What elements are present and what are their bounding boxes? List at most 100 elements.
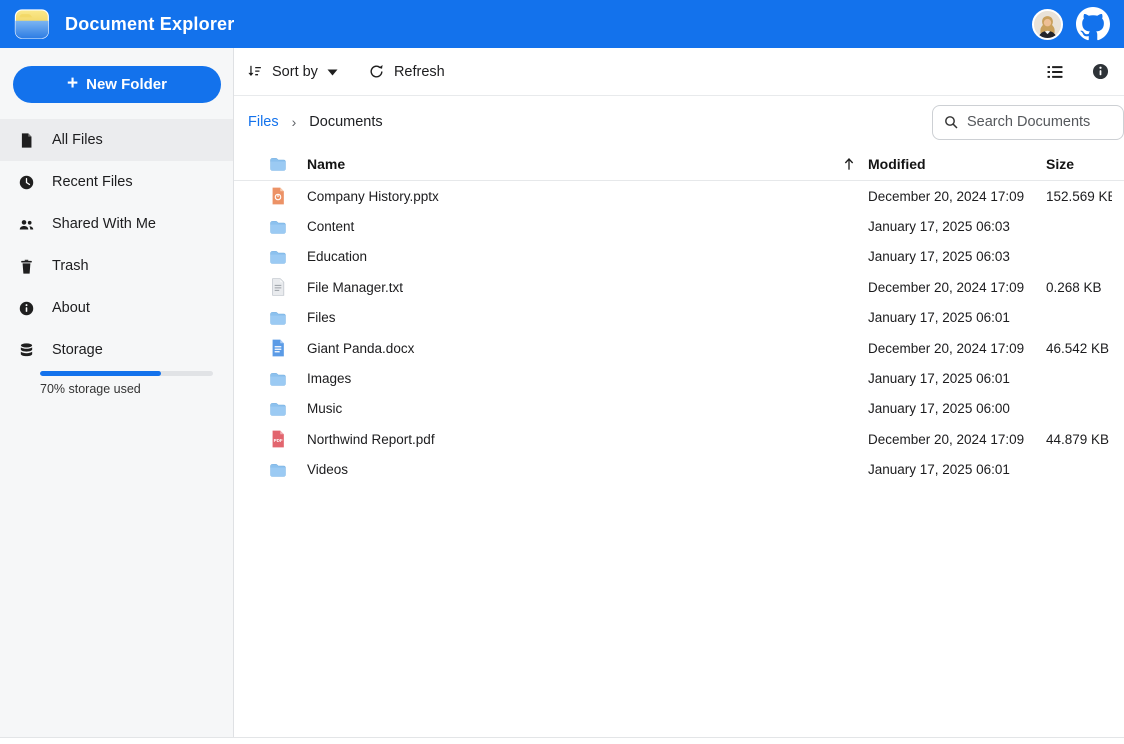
list-view-icon[interactable] [1045, 62, 1065, 82]
file-size: 44.879 KB [1046, 432, 1112, 447]
refresh-icon [368, 63, 385, 80]
plus-icon: + [67, 74, 78, 93]
file-name: Files [307, 310, 851, 325]
file-name: File Manager.txt [307, 280, 851, 295]
new-folder-button[interactable]: + New Folder [13, 66, 221, 103]
pdf-file-icon: PDF [268, 429, 288, 449]
file-size: 0.268 KB [1046, 280, 1112, 295]
github-icon[interactable] [1076, 7, 1110, 41]
sort-by-button[interactable]: Sort by [246, 63, 338, 80]
storage-caption: 70% storage used [40, 382, 213, 396]
sidebar: + New Folder All Files Recent Files Shar… [0, 48, 234, 737]
search-box [932, 105, 1124, 140]
table-row[interactable]: File Manager.txt December 20, 2024 17:09… [234, 272, 1124, 302]
file-modified: January 17, 2025 06:01 [868, 371, 1029, 386]
storage-progress-bar [40, 371, 213, 376]
folder-icon [268, 217, 288, 237]
file-modified: December 20, 2024 17:09 [868, 280, 1029, 295]
sidebar-item-label: Shared With Me [52, 216, 156, 232]
file-modified: December 20, 2024 17:09 [868, 189, 1029, 204]
refresh-button[interactable]: Refresh [368, 63, 445, 80]
docx-file-icon [268, 338, 288, 358]
app-title: Document Explorer [65, 14, 234, 35]
sort-ascending-icon [841, 156, 857, 172]
toolbar-right [1045, 62, 1110, 82]
chevron-right-icon: › [292, 114, 297, 130]
file-size: 46.542 KB [1046, 341, 1112, 356]
sidebar-nav: All Files Recent Files Shared With Me Tr… [0, 119, 233, 329]
breadcrumb-files-link[interactable]: Files [248, 114, 279, 130]
file-name: Education [307, 249, 851, 264]
sidebar-item-about[interactable]: About [0, 287, 233, 329]
svg-text:PDF: PDF [274, 438, 283, 443]
sidebar-item-all-files[interactable]: All Files [0, 119, 233, 161]
sort-by-label: Sort by [272, 64, 318, 80]
file-modified: December 20, 2024 17:09 [868, 341, 1029, 356]
file-name: Northwind Report.pdf [307, 432, 851, 447]
table-row[interactable]: Content January 17, 2025 06:03 [234, 211, 1124, 241]
file-size: 152.569 KB [1046, 189, 1112, 204]
caret-down-icon [327, 68, 338, 76]
sidebar-item-trash[interactable]: Trash [0, 245, 233, 287]
toolbar: Sort by Refresh [234, 48, 1124, 96]
table-row[interactable]: Videos January 17, 2025 06:01 [234, 455, 1124, 485]
storage-progress-fill [40, 371, 161, 376]
folder-icon [268, 247, 288, 267]
file-name: Content [307, 219, 851, 234]
search-input[interactable] [967, 114, 1097, 130]
storage-details: 70% storage used [0, 371, 233, 396]
folder-icon [268, 308, 288, 328]
sidebar-item-label: Trash [52, 258, 89, 274]
database-icon [18, 342, 35, 359]
file-modified: December 20, 2024 17:09 [868, 432, 1029, 447]
info-icon [18, 300, 35, 317]
table-row[interactable]: Music January 17, 2025 06:00 [234, 394, 1124, 424]
breadcrumb: Files › Documents [234, 96, 1124, 148]
file-name: Videos [307, 462, 851, 477]
table-row[interactable]: Images January 17, 2025 06:01 [234, 363, 1124, 393]
folder-icon [268, 399, 288, 419]
sidebar-item-label: Storage [52, 342, 103, 358]
folder-icon [268, 369, 288, 389]
info-icon[interactable] [1091, 62, 1110, 81]
table-row[interactable]: Giant Panda.docx December 20, 2024 17:09… [234, 333, 1124, 363]
user-avatar[interactable] [1032, 9, 1063, 40]
sidebar-item-shared-with-me[interactable]: Shared With Me [0, 203, 233, 245]
sidebar-item-label: Recent Files [52, 174, 133, 190]
main-panel: Sort by Refresh Files [234, 48, 1124, 737]
sidebar-item-recent-files[interactable]: Recent Files [0, 161, 233, 203]
file-list: Company History.pptx December 20, 2024 1… [234, 181, 1124, 485]
column-header-size[interactable]: Size [1046, 156, 1112, 172]
file-modified: January 17, 2025 06:03 [868, 219, 1029, 234]
table-row[interactable]: PDF Northwind Report.pdf December 20, 20… [234, 424, 1124, 454]
folder-icon [268, 154, 288, 174]
sidebar-item-storage[interactable]: Storage [0, 329, 233, 371]
folder-icon [268, 460, 288, 480]
txt-file-icon [268, 277, 288, 297]
refresh-label: Refresh [394, 64, 445, 80]
file-modified: January 17, 2025 06:01 [868, 462, 1029, 477]
table-row[interactable]: Files January 17, 2025 06:01 [234, 303, 1124, 333]
folder-app-icon [14, 8, 50, 40]
column-header-modified[interactable]: Modified [868, 156, 1029, 172]
file-modified: January 17, 2025 06:03 [868, 249, 1029, 264]
new-folder-label: New Folder [86, 76, 167, 93]
table-row[interactable]: Education January 17, 2025 06:03 [234, 242, 1124, 272]
sort-icon [246, 63, 263, 80]
column-header-name[interactable]: Name [307, 156, 851, 172]
trash-icon [18, 258, 35, 275]
table-row[interactable]: Company History.pptx December 20, 2024 1… [234, 181, 1124, 211]
file-name: Company History.pptx [307, 189, 851, 204]
sidebar-item-label: All Files [52, 132, 103, 148]
file-name: Images [307, 371, 851, 386]
file-modified: January 17, 2025 06:01 [868, 310, 1029, 325]
file-modified: January 17, 2025 06:00 [868, 401, 1029, 416]
file-name: Giant Panda.docx [307, 341, 851, 356]
people-icon [18, 216, 35, 233]
breadcrumb-current: Documents [309, 114, 382, 130]
app-header: Document Explorer [0, 0, 1124, 48]
file-name: Music [307, 401, 851, 416]
search-icon [943, 114, 959, 130]
header-actions [1032, 7, 1110, 41]
sidebar-item-label: About [52, 300, 90, 316]
